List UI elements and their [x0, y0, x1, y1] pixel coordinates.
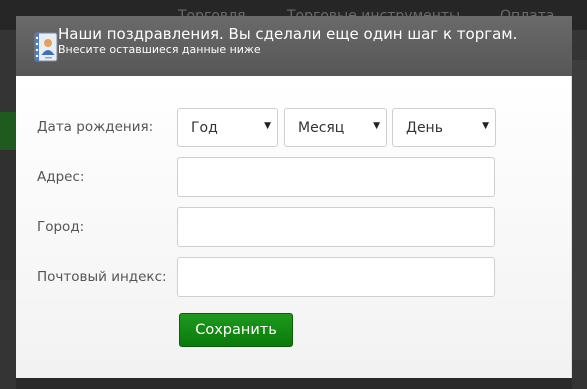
- chevron-down-icon: ▼: [482, 121, 489, 131]
- chevron-down-icon: ▼: [264, 121, 271, 131]
- postal-code-field[interactable]: [177, 257, 495, 297]
- birth-date-label: Дата рождения:: [37, 119, 154, 135]
- address-field[interactable]: [177, 157, 495, 197]
- city-field[interactable]: [177, 207, 495, 247]
- postal-code-label: Почтовый индекс:: [37, 269, 167, 285]
- background-right-panel: [572, 60, 587, 360]
- background-green-strip: [0, 112, 16, 150]
- save-button[interactable]: Сохранить: [179, 313, 293, 347]
- address-label: Адрес:: [37, 169, 85, 185]
- modal-subtitle: Внесите оставшиеся данные ниже: [58, 43, 261, 56]
- birth-year-value: Год: [191, 120, 218, 136]
- contacts-book-icon: [32, 32, 60, 62]
- birth-month-value: Месяц: [298, 120, 345, 136]
- birth-day-value: День: [406, 120, 443, 136]
- chevron-down-icon: ▼: [373, 121, 380, 131]
- background-bottom-strip: [16, 378, 572, 389]
- birth-day-select[interactable]: День ▼: [392, 108, 496, 147]
- birth-month-select[interactable]: Месяц ▼: [284, 108, 387, 147]
- birth-year-select[interactable]: Год ▼: [177, 108, 278, 147]
- city-label: Город:: [37, 219, 85, 235]
- background-left-block: [0, 150, 16, 280]
- modal-title: Наши поздравления. Вы сделали еще один ш…: [58, 25, 518, 43]
